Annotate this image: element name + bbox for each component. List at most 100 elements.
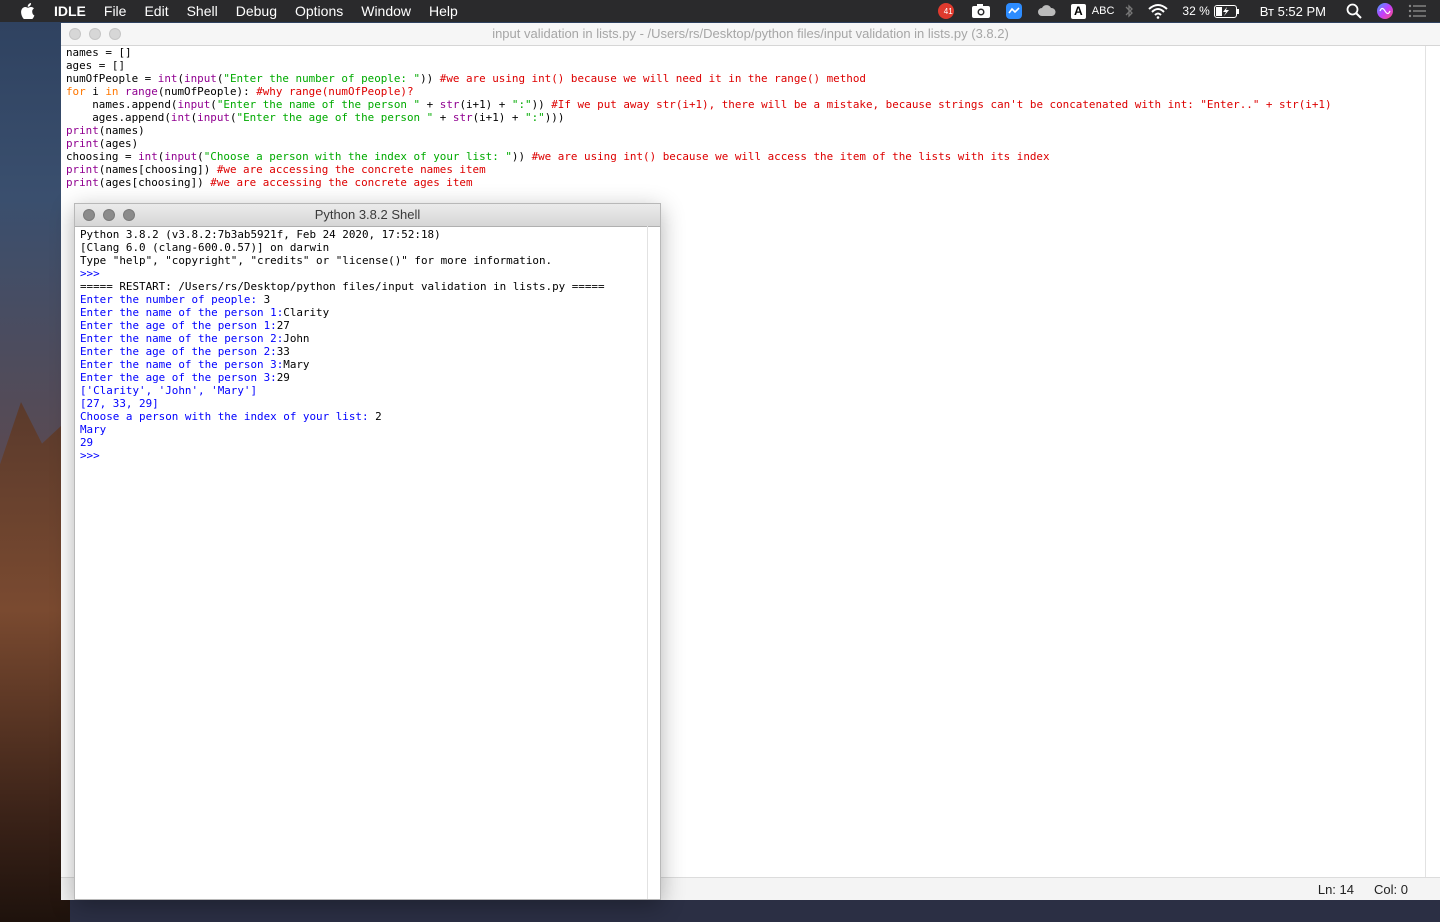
- token-prompt: >>>: [80, 449, 107, 462]
- token-default: (ages): [98, 137, 139, 150]
- menubar-clock[interactable]: Вт 5:52 PM: [1260, 4, 1326, 19]
- token-comment: #we are accessing the concrete ages item: [210, 176, 473, 189]
- apple-icon[interactable]: [18, 0, 38, 22]
- token-default: i: [85, 85, 106, 98]
- menu-file[interactable]: File: [104, 0, 127, 22]
- token-default: 33: [276, 345, 290, 358]
- token-output: Choose a person with the index of your l…: [80, 410, 376, 423]
- shell-titlebar[interactable]: Python 3.8.2 Shell: [75, 204, 660, 227]
- token-builtin: print: [66, 137, 99, 150]
- battery-charging-icon: [1213, 4, 1239, 18]
- menu-debug[interactable]: Debug: [236, 0, 277, 22]
- editor-scrollbar[interactable]: [1425, 46, 1426, 878]
- line-number-indicator: Ln: 14: [1317, 882, 1354, 897]
- token-output: Enter the name of the person 1:: [80, 306, 284, 319]
- code-line: choosing = int(input("Choose a person wi…: [66, 150, 1332, 163]
- wifi-icon[interactable]: [1148, 3, 1169, 19]
- camera-icon[interactable]: [971, 3, 991, 19]
- menu-options[interactable]: Options: [295, 0, 343, 22]
- token-comment: #If we put away str(i+1), there will be …: [551, 98, 1332, 111]
- token-default: ages.append(: [66, 111, 171, 124]
- code-line: print(names[choosing]) #we are accessing…: [66, 163, 1332, 176]
- shell-line: Enter the age of the person 3:29: [80, 371, 605, 384]
- messenger-icon[interactable]: [1005, 2, 1023, 20]
- token-comment: #we are using int() because we will need…: [439, 72, 866, 85]
- input-source[interactable]: A ABC: [1070, 3, 1115, 19]
- token-output: [27, 33, 29]: [80, 397, 159, 410]
- editor-titlebar[interactable]: input validation in lists.py - /Users/rs…: [61, 23, 1440, 46]
- shell-line: ===== RESTART: /Users/rs/Desktop/python …: [80, 280, 605, 293]
- token-default: (numOfPeople):: [157, 85, 257, 98]
- bluetooth-icon[interactable]: [1124, 3, 1134, 19]
- token-default: names.append(: [66, 98, 178, 111]
- notification-badge-app[interactable]: 41: [937, 2, 957, 20]
- token-comment: #we are using int() because we will acce…: [531, 150, 1050, 163]
- token-builtin: range: [125, 85, 158, 98]
- token-output: ['Clarity', 'John', 'Mary']: [80, 384, 258, 397]
- token-builtin: int: [138, 150, 158, 163]
- code-line: names.append(input("Enter the name of th…: [66, 98, 1332, 111]
- shell-line: Enter the name of the person 1:Clarity: [80, 306, 605, 319]
- token-default: 29: [276, 371, 290, 384]
- token-prompt: >>>: [80, 267, 107, 280]
- column-number-indicator: Col: 0: [1374, 882, 1408, 897]
- token-default: 3: [263, 293, 271, 306]
- shell-line: >>>: [80, 267, 605, 280]
- shell-line: Enter the age of the person 1:27: [80, 319, 605, 332]
- token-builtin: input: [177, 98, 211, 111]
- token-output: Enter the age of the person 3:: [80, 371, 277, 384]
- token-keyword: for: [66, 85, 86, 98]
- code-line: ages = []: [66, 59, 1332, 72]
- token-output: Enter the age of the person 1:: [80, 319, 277, 332]
- battery-status[interactable]: 32 %: [1182, 4, 1239, 18]
- token-default: Python 3.8.2 (v3.8.2:7b3ab5921f, Feb 24 …: [80, 228, 441, 241]
- shell-line: [27, 33, 29]: [80, 397, 605, 410]
- menu-app-idle[interactable]: IDLE: [54, 0, 86, 22]
- shell-title: Python 3.8.2 Shell: [314, 207, 421, 222]
- token-default: )): [420, 72, 440, 85]
- token-default: )): [531, 98, 552, 111]
- code-line: ages.append(int(input("Enter the age of …: [66, 111, 1332, 124]
- shell-line: >>>: [80, 449, 605, 462]
- token-default: +: [420, 98, 440, 111]
- shell-console-text[interactable]: Python 3.8.2 (v3.8.2:7b3ab5921f, Feb 24 …: [80, 228, 605, 462]
- token-output: Enter the age of the person 2:: [80, 345, 277, 358]
- creative-cloud-icon[interactable]: [1037, 3, 1057, 19]
- token-default: (names[choosing]): [98, 163, 217, 176]
- token-string: "Enter the age of the person ": [236, 111, 434, 124]
- token-default: ))): [544, 111, 565, 124]
- siri-icon[interactable]: [1376, 2, 1394, 20]
- shell-line: Choose a person with the index of your l…: [80, 410, 605, 423]
- code-line: names = []: [66, 46, 1332, 59]
- code-line: numOfPeople = int(input("Enter the numbe…: [66, 72, 1332, 85]
- token-string: "Enter the name of the person ": [216, 98, 421, 111]
- battery-percent: 32 %: [1182, 4, 1210, 18]
- token-comment: #why range(numOfPeople)?: [256, 85, 414, 98]
- shell-line: Enter the name of the person 3:Mary: [80, 358, 605, 371]
- menu-bar: IDLE File Edit Shell Debug Options Windo…: [0, 0, 1440, 22]
- token-builtin: print: [66, 176, 99, 189]
- menu-window[interactable]: Window: [361, 0, 411, 22]
- token-builtin: str: [452, 111, 473, 124]
- token-output: Mary: [80, 423, 107, 436]
- shell-line: Enter the age of the person 2:33: [80, 345, 605, 358]
- token-default: Type "help", "copyright", "credits" or "…: [80, 254, 553, 267]
- token-builtin: int: [157, 72, 178, 85]
- code-editor-text[interactable]: names = [] ages = [] numOfPeople = int(inp…: [66, 46, 1332, 189]
- token-default: Mary: [283, 358, 310, 371]
- token-default: +: [433, 111, 453, 124]
- notification-center-icon[interactable]: [1408, 4, 1426, 18]
- shell-line: Mary: [80, 423, 605, 436]
- input-source-label: ABC: [1091, 5, 1115, 17]
- token-default: ===== RESTART: /Users/rs/Desktop/python …: [80, 280, 605, 293]
- keyboard-a-icon: A: [1070, 3, 1086, 19]
- menu-help[interactable]: Help: [429, 0, 458, 22]
- token-output: Enter the number of people:: [80, 293, 264, 306]
- wallpaper-mountain: [0, 402, 70, 922]
- menu-shell[interactable]: Shell: [187, 0, 218, 22]
- code-line: print(ages): [66, 137, 1332, 150]
- menu-edit[interactable]: Edit: [144, 0, 168, 22]
- token-default: )): [511, 150, 532, 163]
- spotlight-search-icon[interactable]: [1346, 3, 1362, 19]
- shell-scrollbar[interactable]: [647, 226, 648, 899]
